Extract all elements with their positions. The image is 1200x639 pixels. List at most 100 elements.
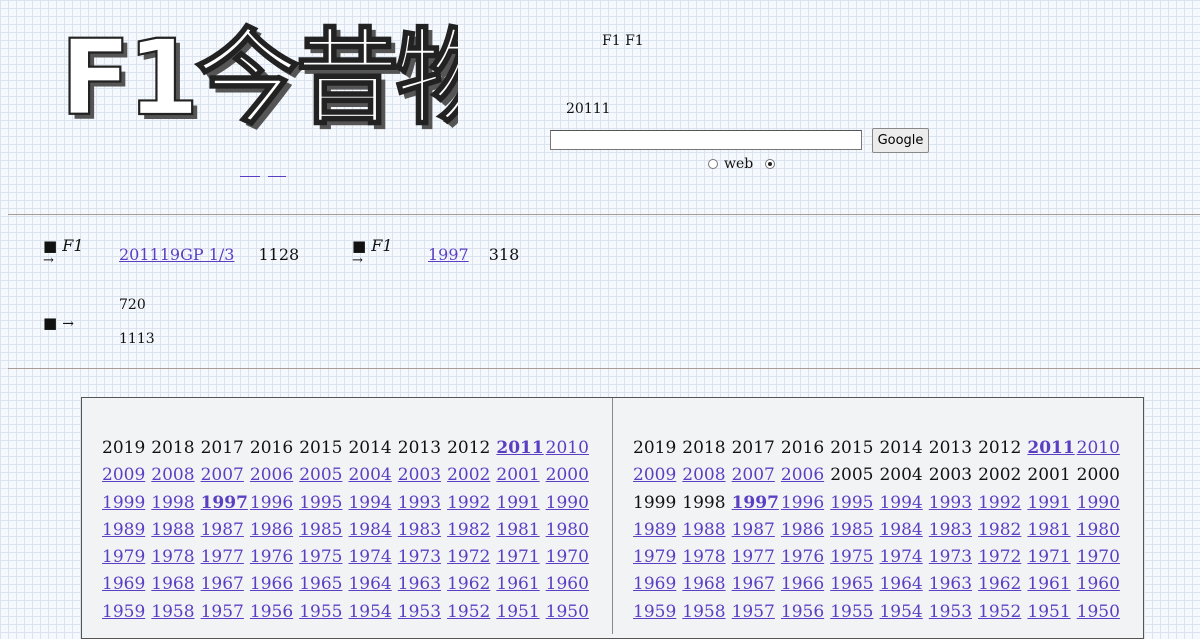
right-year-2010-link[interactable]: 2010 (1077, 435, 1126, 462)
left-year-1972-link[interactable]: 1972 (447, 544, 496, 571)
left-year-2001-link[interactable]: 2001 (496, 462, 545, 489)
left-year-2006-link[interactable]: 2006 (250, 462, 299, 489)
right-year-1961-link[interactable]: 1961 (1027, 571, 1076, 598)
left-year-1959-link[interactable]: 1959 (102, 599, 151, 626)
right-year-1960-link[interactable]: 1960 (1077, 571, 1126, 598)
left-year-1979-link[interactable]: 1979 (102, 544, 151, 571)
right-year-1967-link[interactable]: 1967 (732, 571, 781, 598)
left-year-2005-link[interactable]: 2005 (299, 462, 348, 489)
right-year-1981-link[interactable]: 1981 (1027, 517, 1076, 544)
left-year-1976-link[interactable]: 1976 (250, 544, 299, 571)
right-year-1964-link[interactable]: 1964 (879, 571, 928, 598)
left-year-1963-link[interactable]: 1963 (398, 571, 447, 598)
left-year-2010-link[interactable]: 2010 (546, 435, 595, 462)
news-item-2-link[interactable]: 1997 (428, 245, 469, 264)
right-year-1977-link[interactable]: 1977 (732, 544, 781, 571)
left-year-1991-link[interactable]: 1991 (496, 490, 545, 517)
left-year-1969-link[interactable]: 1969 (102, 571, 151, 598)
left-year-1994-link[interactable]: 1994 (348, 490, 397, 517)
right-year-1986-link[interactable]: 1986 (781, 517, 830, 544)
right-year-1969-link[interactable]: 1969 (633, 571, 682, 598)
right-year-1980-link[interactable]: 1980 (1077, 517, 1126, 544)
right-year-2008-link[interactable]: 2008 (682, 462, 731, 489)
right-year-2007-link[interactable]: 2007 (732, 462, 781, 489)
search-input[interactable] (550, 130, 862, 150)
radio-site[interactable] (765, 159, 776, 169)
right-year-1983-link[interactable]: 1983 (929, 517, 978, 544)
left-year-2008-link[interactable]: 2008 (151, 462, 200, 489)
left-year-1993-link[interactable]: 1993 (398, 490, 447, 517)
left-year-2002-link[interactable]: 2002 (447, 462, 496, 489)
right-year-1951-link[interactable]: 1951 (1027, 599, 1076, 626)
site-logo[interactable]: F1今昔物語 F1今昔物語 (58, 6, 607, 144)
left-year-2000-link[interactable]: 2000 (546, 462, 595, 489)
left-year-1996-link[interactable]: 1996 (250, 490, 299, 517)
right-year-1971-link[interactable]: 1971 (1027, 544, 1076, 571)
right-year-1972-link[interactable]: 1972 (978, 544, 1027, 571)
right-year-1985-link[interactable]: 1985 (830, 517, 879, 544)
left-year-1968-link[interactable]: 1968 (151, 571, 200, 598)
left-year-1955-link[interactable]: 1955 (299, 599, 348, 626)
left-year-2003-link[interactable]: 2003 (398, 462, 447, 489)
right-year-1959-link[interactable]: 1959 (633, 599, 682, 626)
left-year-1982-link[interactable]: 1982 (447, 517, 496, 544)
right-year-1984-link[interactable]: 1984 (879, 517, 928, 544)
header-link-1[interactable] (240, 176, 260, 177)
left-year-1956-link[interactable]: 1956 (250, 599, 299, 626)
left-year-1967-link[interactable]: 1967 (201, 571, 250, 598)
right-year-1989-link[interactable]: 1989 (633, 517, 682, 544)
left-year-1961-link[interactable]: 1961 (496, 571, 545, 598)
left-year-1952-link[interactable]: 1952 (447, 599, 496, 626)
left-year-1971-link[interactable]: 1971 (496, 544, 545, 571)
right-year-1950-link[interactable]: 1950 (1077, 599, 1126, 626)
right-year-1968-link[interactable]: 1968 (682, 571, 731, 598)
right-year-2011-link[interactable]: 2011 (1027, 435, 1076, 462)
left-year-1992-link[interactable]: 1992 (447, 490, 496, 517)
left-year-1998-link[interactable]: 1998 (151, 490, 200, 517)
left-year-2004-link[interactable]: 2004 (348, 462, 397, 489)
right-year-1963-link[interactable]: 1963 (929, 571, 978, 598)
right-year-1990-link[interactable]: 1990 (1077, 490, 1126, 517)
left-year-1957-link[interactable]: 1957 (201, 599, 250, 626)
right-year-1970-link[interactable]: 1970 (1077, 544, 1126, 571)
right-year-1992-link[interactable]: 1992 (978, 490, 1027, 517)
right-year-1958-link[interactable]: 1958 (682, 599, 731, 626)
left-year-2011-link[interactable]: 2011 (496, 435, 545, 462)
left-year-1958-link[interactable]: 1958 (151, 599, 200, 626)
right-year-2009-link[interactable]: 2009 (633, 462, 682, 489)
left-year-1954-link[interactable]: 1954 (348, 599, 397, 626)
right-year-1974-link[interactable]: 1974 (879, 544, 928, 571)
left-year-1983-link[interactable]: 1983 (398, 517, 447, 544)
right-year-1988-link[interactable]: 1988 (682, 517, 731, 544)
left-year-1999-link[interactable]: 1999 (102, 490, 151, 517)
right-year-1966-link[interactable]: 1966 (781, 571, 830, 598)
left-year-1985-link[interactable]: 1985 (299, 517, 348, 544)
left-year-2007-link[interactable]: 2007 (201, 462, 250, 489)
right-year-1996-link[interactable]: 1996 (781, 490, 830, 517)
news-item-1-link[interactable]: 201119GP 1/3 (119, 245, 234, 264)
right-year-1957-link[interactable]: 1957 (732, 599, 781, 626)
right-year-1952-link[interactable]: 1952 (978, 599, 1027, 626)
left-year-1970-link[interactable]: 1970 (546, 544, 595, 571)
right-year-1997-link[interactable]: 1997 (732, 490, 781, 517)
left-year-1995-link[interactable]: 1995 (299, 490, 348, 517)
right-year-1973-link[interactable]: 1973 (929, 544, 978, 571)
right-year-1953-link[interactable]: 1953 (929, 599, 978, 626)
left-year-1981-link[interactable]: 1981 (496, 517, 545, 544)
header-link-2[interactable] (267, 176, 286, 177)
left-year-1988-link[interactable]: 1988 (151, 517, 200, 544)
right-year-2006-link[interactable]: 2006 (781, 462, 830, 489)
left-year-1950-link[interactable]: 1950 (546, 599, 595, 626)
left-year-1962-link[interactable]: 1962 (447, 571, 496, 598)
left-year-1990-link[interactable]: 1990 (546, 490, 595, 517)
right-year-1965-link[interactable]: 1965 (830, 571, 879, 598)
right-year-1994-link[interactable]: 1994 (879, 490, 928, 517)
left-year-1974-link[interactable]: 1974 (348, 544, 397, 571)
left-year-1987-link[interactable]: 1987 (201, 517, 250, 544)
right-year-1993-link[interactable]: 1993 (929, 490, 978, 517)
left-year-2009-link[interactable]: 2009 (102, 462, 151, 489)
left-year-1964-link[interactable]: 1964 (348, 571, 397, 598)
right-year-1954-link[interactable]: 1954 (879, 599, 928, 626)
google-search-button[interactable]: Google (872, 128, 929, 153)
left-year-1965-link[interactable]: 1965 (299, 571, 348, 598)
